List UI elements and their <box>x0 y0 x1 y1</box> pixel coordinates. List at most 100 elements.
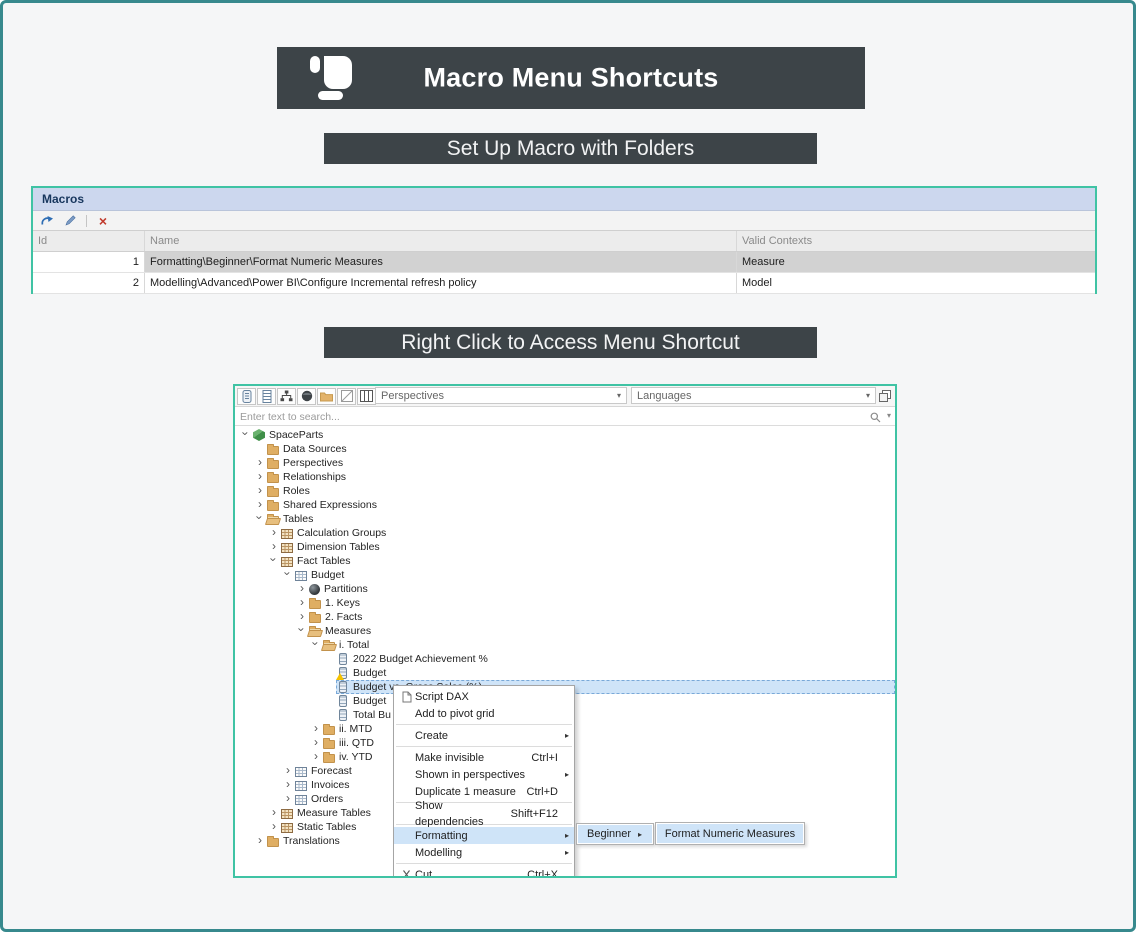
columns-icon[interactable] <box>257 388 276 405</box>
languages-dropdown[interactable]: Languages ▾ <box>631 387 876 404</box>
tree-expander-open-icon[interactable] <box>241 428 252 442</box>
tree-item-2022-budget-achievement[interactable]: 2022 Budget Achievement % <box>235 652 895 666</box>
tree-indent <box>235 547 269 548</box>
tree-item-1-keys[interactable]: 1. Keys <box>235 596 895 610</box>
tree-expander-closed-icon[interactable] <box>255 470 266 484</box>
measures-icon[interactable] <box>237 388 256 405</box>
tree-expander-closed-icon[interactable] <box>255 498 266 512</box>
column-header-id[interactable]: Id <box>33 231 145 251</box>
tree-indent <box>235 813 269 814</box>
tree-rowbody: Calculation Groups <box>280 526 389 540</box>
partitions-icon[interactable] <box>297 388 316 405</box>
tree-item-label: Measures <box>325 624 371 638</box>
tree-item-spaceparts[interactable]: SpaceParts <box>235 428 895 442</box>
tree-item-partitions[interactable]: Partitions <box>235 582 895 596</box>
tree-item-shared-expressions[interactable]: Shared Expressions <box>235 498 895 512</box>
tree-expander-closed-icon[interactable] <box>269 540 280 554</box>
folder-icon <box>267 474 279 483</box>
tree-item-budget[interactable]: Budget <box>235 666 895 680</box>
tree-item-relationships[interactable]: Relationships <box>235 470 895 484</box>
table-icon <box>295 571 307 581</box>
tree-expander-closed-icon[interactable] <box>283 764 294 778</box>
tree-item-label: ii. MTD <box>339 722 372 736</box>
tree-item-label: Forecast <box>311 764 352 778</box>
macros-panel: Macros × IdNameValid Contexts1Formatting… <box>31 186 1097 294</box>
tree-rowbody: Static Tables <box>280 820 359 834</box>
tree-item-i-total[interactable]: i. Total <box>235 638 895 652</box>
tree-expander-closed-icon[interactable] <box>283 778 294 792</box>
tree-expander-none <box>325 708 336 722</box>
tree-item-measures[interactable]: Measures <box>235 624 895 638</box>
menu-item-make-invisible[interactable]: Make invisibleCtrl+I <box>394 749 574 766</box>
menu-item-script-dax[interactable]: Script DAX <box>394 688 574 705</box>
column-header-valid-contexts[interactable]: Valid Contexts <box>737 231 1095 251</box>
tree-expander-closed-icon[interactable] <box>269 820 280 834</box>
delete-macro-icon[interactable]: × <box>96 214 110 228</box>
tree-item-perspectives[interactable]: Perspectives <box>235 456 895 470</box>
tree-expander-closed-icon[interactable] <box>255 456 266 470</box>
edit-macro-icon[interactable] <box>63 214 77 228</box>
tree-expander-open-icon[interactable] <box>269 554 280 568</box>
tree-expander-closed-icon[interactable] <box>269 526 280 540</box>
table-row[interactable]: 1Formatting\Beginner\Format Numeric Meas… <box>33 252 1095 273</box>
tree-expander-closed-icon[interactable] <box>269 806 280 820</box>
tree-item-fact-tables[interactable]: Fact Tables <box>235 554 895 568</box>
tree-expander-none <box>325 652 336 666</box>
menu-item-cut[interactable]: CutCtrl+X <box>394 866 574 878</box>
menu-item-beginner[interactable]: Beginner ▸ <box>578 825 652 843</box>
editor-toolbar: Perspectives ▾ Languages ▾ <box>235 386 895 407</box>
menu-item-create[interactable]: Create▸ <box>394 727 574 744</box>
tree-expander-closed-icon[interactable] <box>311 722 322 736</box>
tree-expander-closed-icon[interactable] <box>297 610 308 624</box>
tree-item-roles[interactable]: Roles <box>235 484 895 498</box>
tree-expander-closed-icon[interactable] <box>311 750 322 764</box>
tree-indent <box>235 603 297 604</box>
search-options-chevron[interactable]: ▾ <box>887 411 891 420</box>
tree-expander-closed-icon[interactable] <box>297 582 308 596</box>
tree-indent <box>235 631 297 632</box>
tree-expander-closed-icon[interactable] <box>255 834 266 848</box>
perspectives-dropdown[interactable]: Perspectives ▾ <box>375 387 627 404</box>
menu-item-shown-in-perspectives[interactable]: Shown in perspectives▸ <box>394 766 574 783</box>
tree-item-2-facts[interactable]: 2. Facts <box>235 610 895 624</box>
run-macro-icon[interactable] <box>40 214 54 228</box>
menu-item-label: Script DAX <box>415 689 469 705</box>
menu-item-format-numeric-measures[interactable]: Format Numeric Measures <box>657 824 803 843</box>
tree-indent <box>235 799 283 800</box>
table-columns-icon[interactable] <box>357 388 376 405</box>
tree-indent <box>235 589 297 590</box>
tree-indent <box>235 757 311 758</box>
tree-item-tables[interactable]: Tables <box>235 512 895 526</box>
folder-open-icon <box>323 642 335 651</box>
tree-item-label: 2022 Budget Achievement % <box>353 652 488 666</box>
tree-indent <box>235 827 269 828</box>
table-row[interactable]: 2Modelling\Advanced\Power BI\Configure I… <box>33 273 1095 294</box>
measure-warning-icon <box>339 667 347 679</box>
tree-expander-closed-icon[interactable] <box>255 484 266 498</box>
menu-item-formatting[interactable]: Formatting▸ <box>394 827 574 844</box>
tree-item-budget[interactable]: Budget <box>235 568 895 582</box>
tree-item-dimension-tables[interactable]: Dimension Tables <box>235 540 895 554</box>
search-input[interactable] <box>235 408 840 425</box>
tree-rowbody: i. Total <box>322 638 372 652</box>
menu-item-modelling[interactable]: Modelling▸ <box>394 844 574 861</box>
tree-item-data-sources[interactable]: Data Sources <box>235 442 895 456</box>
tree-item-label: Budget <box>353 694 386 708</box>
tree-expander-open-icon[interactable] <box>283 568 294 582</box>
tree-item-label: Static Tables <box>297 820 356 834</box>
column-header-name[interactable]: Name <box>145 231 737 251</box>
table-icon <box>295 795 307 805</box>
windows-icon[interactable] <box>879 389 891 407</box>
tree-item-calculation-groups[interactable]: Calculation Groups <box>235 526 895 540</box>
folders-icon[interactable] <box>317 388 336 405</box>
tree-expander-none <box>325 680 336 694</box>
toolbar-separator <box>86 215 87 227</box>
tree-expander-closed-icon[interactable] <box>311 736 322 750</box>
display-folders-icon[interactable] <box>337 388 356 405</box>
table-icon <box>295 781 307 791</box>
menu-item-add-to-pivot-grid[interactable]: Add to pivot grid <box>394 705 574 722</box>
menu-item-show-dependencies[interactable]: Show dependenciesShift+F12 <box>394 805 574 822</box>
tree-expander-closed-icon[interactable] <box>297 596 308 610</box>
tree-expander-closed-icon[interactable] <box>283 792 294 806</box>
hierarchies-icon[interactable] <box>277 388 296 405</box>
